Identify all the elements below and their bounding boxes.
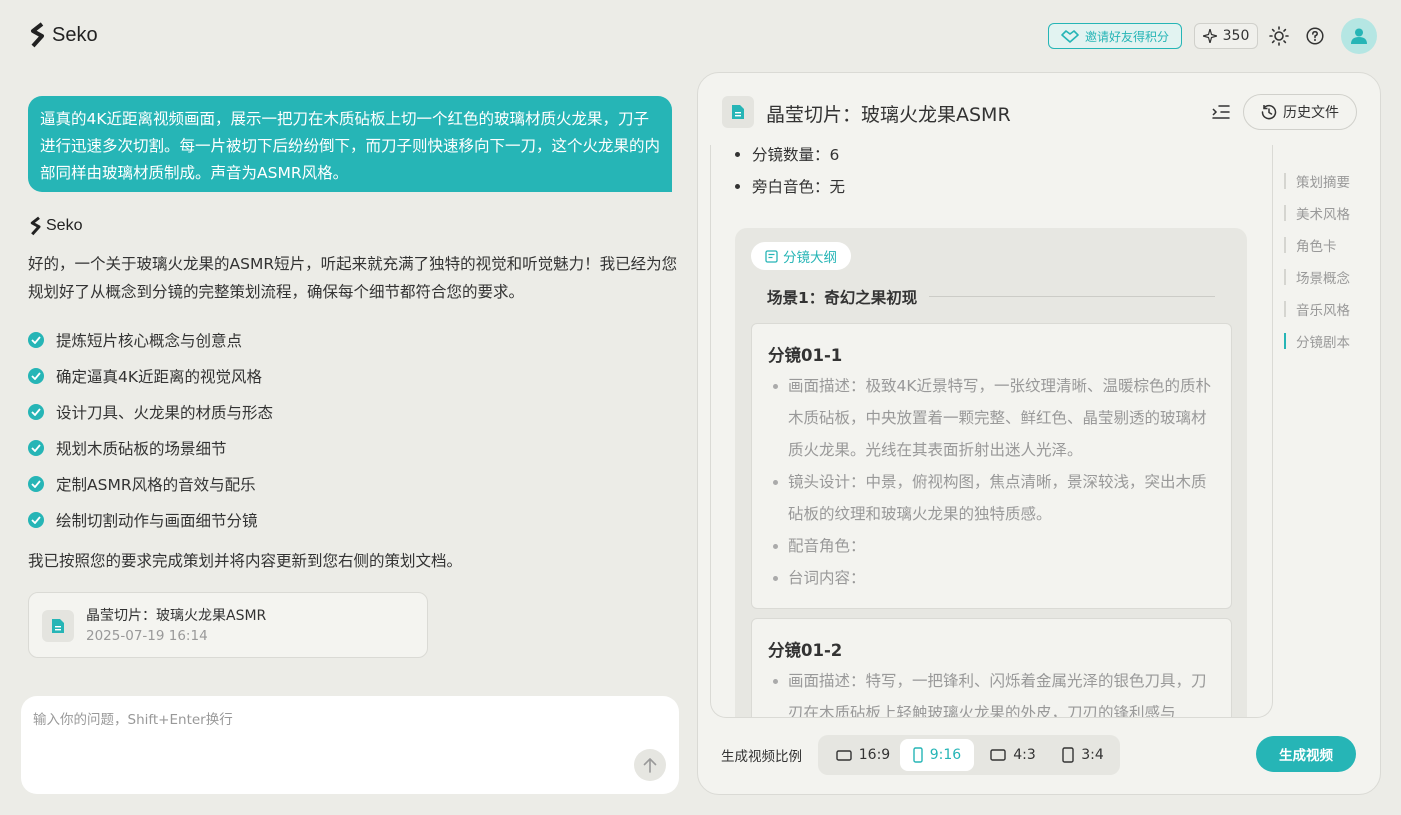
document-toc: 策划摘要 美术风格 角色卡 场景概念 音乐风格 分镜剧本 bbox=[1284, 165, 1350, 357]
ratio-option-16-9[interactable]: 16:9 bbox=[826, 739, 900, 771]
ratio-option-9-16[interactable]: 9:16 bbox=[900, 739, 974, 771]
bot-intro-text: 好的，一个关于玻璃火龙果的ASMR短片，听起来就充满了独特的视觉和听觉魅力！我已… bbox=[28, 255, 678, 301]
meta-item: 分镜数量：6 bbox=[735, 145, 839, 165]
shot-title: 分镜01-1 bbox=[768, 346, 843, 365]
document-card-title: 晶莹切片：玻璃火龙果ASMR bbox=[86, 608, 267, 624]
toc-item-art-style[interactable]: 美术风格 bbox=[1284, 197, 1350, 229]
list-indent-icon bbox=[1212, 105, 1230, 119]
shot-detail-item: 画面描述：极致4K近景特写，一张纹理清晰、温暖棕色的质朴木质砧板，中央放置着一颗… bbox=[773, 370, 1218, 466]
document-card-date: 2025-07-19 16:14 bbox=[86, 628, 208, 644]
storyboard-outline: 分镜大纲 场景1：奇幻之果初现 分镜01-1 画面描述：极致4K近景特写，一张纹… bbox=[735, 228, 1247, 717]
history-files-button[interactable]: 历史文件 bbox=[1243, 94, 1357, 130]
shot-detail-item: 台词内容： bbox=[773, 562, 1218, 594]
checklist-item: 定制ASMR风格的音效与配乐 bbox=[28, 466, 273, 502]
generate-video-button[interactable]: 生成视频 bbox=[1256, 736, 1356, 772]
checklist-item: 设计刀具、火龙果的材质与形态 bbox=[28, 394, 273, 430]
shot-card: 分镜01-2 画面描述：特写，一把锋利、闪烁着金属光泽的银色刀具，刀刃在木质砧板… bbox=[751, 618, 1232, 717]
user-icon bbox=[1351, 28, 1367, 44]
document-icon bbox=[722, 96, 754, 128]
document-icon bbox=[42, 610, 74, 642]
bot-header: Seko bbox=[30, 216, 82, 236]
ratio-label: 生成视频比例 bbox=[721, 749, 802, 765]
user-avatar[interactable] bbox=[1341, 18, 1377, 54]
check-circle-icon bbox=[28, 368, 44, 384]
portrait-ratio-icon bbox=[1062, 747, 1074, 763]
seko-logo-icon bbox=[30, 216, 41, 236]
help-button[interactable] bbox=[1305, 26, 1325, 46]
history-label: 历史文件 bbox=[1283, 105, 1339, 121]
panel-title: 晶莹切片：玻璃火龙果ASMR bbox=[766, 104, 1011, 126]
invite-friends-button[interactable]: 邀请好友得积分 bbox=[1048, 23, 1182, 49]
invite-label: 邀请好友得积分 bbox=[1084, 29, 1169, 44]
handshake-icon bbox=[1061, 30, 1079, 43]
aspect-ratio-selector: 16:9 9:16 4:3 3:4 bbox=[818, 735, 1120, 775]
meta-item: 旁白音色：无 bbox=[735, 175, 845, 197]
check-circle-icon bbox=[28, 476, 44, 492]
document-content[interactable]: 分镜数量：6 旁白音色：无 分镜大纲 场景1：奇幻之果初现 分镜01-1 画面描… bbox=[710, 145, 1273, 718]
shot-detail-item: 配音角色： bbox=[773, 530, 1218, 562]
user-message: 逼真的4K近距离视频画面，展示一把刀在木质砧板上切一个红色的玻璃材质火龙果，刀子… bbox=[28, 96, 672, 192]
outline-icon bbox=[765, 249, 778, 263]
app-name: Seko bbox=[52, 23, 98, 46]
planning-document-panel: 晶莹切片：玻璃火龙果ASMR 历史文件 分镜数量：6 旁白音色：无 分镜大纲 场… bbox=[697, 72, 1381, 795]
document-card[interactable]: 晶莹切片：玻璃火龙果ASMR 2025-07-19 16:14 bbox=[28, 592, 428, 658]
toc-item-character-card[interactable]: 角色卡 bbox=[1284, 229, 1350, 261]
completion-text: 我已按照您的要求完成策划并将内容更新到您右侧的策划文档。 bbox=[28, 552, 463, 570]
history-icon bbox=[1261, 104, 1277, 120]
toc-item-storyboard-script[interactable]: 分镜剧本 bbox=[1284, 325, 1350, 357]
shot-title: 分镜01-2 bbox=[768, 641, 843, 660]
check-circle-icon bbox=[28, 404, 44, 420]
sparkle-icon bbox=[1202, 29, 1217, 43]
shot-detail-item: 镜头设计：中景，俯视构图，焦点清晰，景深较浅，突出木质砧板的纹理和玻璃火龙果的独… bbox=[773, 466, 1218, 530]
chat-input[interactable] bbox=[33, 708, 633, 748]
toc-item-music-style[interactable]: 音乐风格 bbox=[1284, 293, 1350, 325]
landscape-ratio-icon bbox=[990, 749, 1006, 761]
shot-detail-item: 画面描述：特写，一把锋利、闪烁着金属光泽的银色刀具，刀刃在木质砧板上轻触玻璃火龙… bbox=[773, 665, 1218, 717]
theme-toggle-button[interactable] bbox=[1269, 26, 1289, 46]
send-button[interactable] bbox=[634, 749, 666, 781]
credits-value: 350 bbox=[1222, 28, 1250, 44]
shot-card: 分镜01-1 画面描述：极致4K近景特写，一张纹理清晰、温暖棕色的质朴木质砧板，… bbox=[751, 323, 1232, 609]
ratio-option-4-3[interactable]: 4:3 bbox=[978, 739, 1048, 771]
shot-details: 画面描述：特写，一把锋利、闪烁着金属光泽的银色刀具，刀刃在木质砧板上轻触玻璃火龙… bbox=[773, 665, 1218, 717]
scene-title: 场景1：奇幻之果初现 bbox=[767, 289, 918, 307]
shot-details: 画面描述：极致4K近景特写，一张纹理清晰、温暖棕色的质朴木质砧板，中央放置着一颗… bbox=[773, 370, 1218, 594]
bot-name: Seko bbox=[46, 217, 83, 234]
checklist-item: 规划木质砧板的场景细节 bbox=[28, 430, 273, 466]
credits-display[interactable]: 350 bbox=[1194, 23, 1258, 49]
checklist-item: 提炼短片核心概念与创意点 bbox=[28, 322, 273, 358]
help-icon bbox=[1306, 27, 1324, 45]
outline-tag[interactable]: 分镜大纲 bbox=[751, 242, 851, 270]
divider bbox=[929, 296, 1215, 297]
ratio-option-3-4[interactable]: 3:4 bbox=[1048, 739, 1118, 771]
app-logo[interactable]: Seko bbox=[30, 22, 98, 48]
arrow-up-icon bbox=[643, 758, 657, 773]
toc-toggle-button[interactable] bbox=[1210, 101, 1232, 123]
checklist-item: 确定逼真4K近距离的视觉风格 bbox=[28, 358, 273, 394]
check-circle-icon bbox=[28, 440, 44, 456]
check-circle-icon bbox=[28, 332, 44, 348]
plan-checklist: 提炼短片核心概念与创意点 确定逼真4K近距离的视觉风格 设计刀具、火龙果的材质与… bbox=[28, 322, 273, 538]
chat-input-box bbox=[21, 696, 679, 794]
check-circle-icon bbox=[28, 512, 44, 528]
toc-item-scene-concept[interactable]: 场景概念 bbox=[1284, 261, 1350, 293]
checklist-item: 绘制切割动作与画面细节分镜 bbox=[28, 502, 273, 538]
seko-logo-icon bbox=[31, 22, 44, 48]
portrait-ratio-icon bbox=[913, 747, 923, 763]
toc-item-summary[interactable]: 策划摘要 bbox=[1284, 165, 1350, 197]
sun-icon bbox=[1269, 26, 1289, 46]
landscape-ratio-icon bbox=[836, 749, 852, 761]
